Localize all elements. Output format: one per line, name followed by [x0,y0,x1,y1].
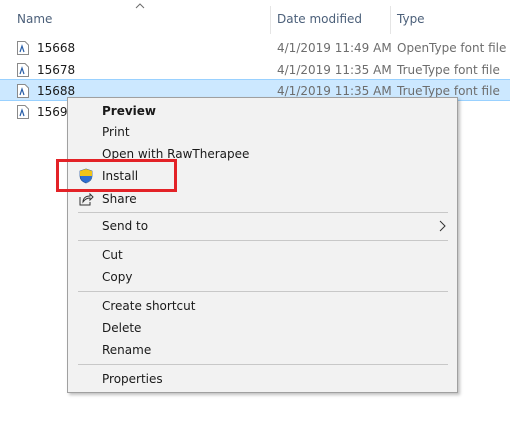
column-header: Name Date modified Type [0,0,510,36]
file-row[interactable]: 15668 4/1/2019 11:49 AM OpenType font fi… [0,37,510,59]
sort-up-icon[interactable] [135,2,145,10]
file-name: 15688 [37,84,76,98]
font-file-icon [17,63,29,77]
menu-item-copy[interactable]: Copy [68,266,457,288]
file-date: 4/1/2019 11:49 AM [277,41,392,55]
menu-item-rename[interactable]: Rename [68,339,457,361]
file-date: 4/1/2019 11:35 AM [277,84,392,98]
menu-item-label: Delete [102,321,142,335]
menu-item-label: Cut [102,248,123,262]
menu-item-cut[interactable]: Cut [68,244,457,266]
file-date: 4/1/2019 11:35 AM [277,63,392,77]
menu-item-properties[interactable]: Properties [68,368,457,390]
menu-item-label: Print [102,125,130,139]
menu-item-label: Copy [102,270,133,284]
column-type-header[interactable]: Type [397,12,425,26]
font-file-icon [17,41,29,55]
context-menu: Preview Print Open with RawTherapee Inst… [67,97,458,393]
column-name-header[interactable]: Name [17,12,52,26]
menu-item-label: Rename [102,343,152,357]
menu-item-label: Preview [102,104,157,118]
menu-item-label: Properties [102,372,163,386]
menu-item-send-to[interactable]: Send to [68,215,457,237]
menu-item-create-shortcut[interactable]: Create shortcut [68,295,457,317]
file-type: TrueType font file [397,63,500,77]
install-highlight-box [56,159,177,192]
menu-divider [78,240,448,241]
font-file-icon [17,105,29,119]
menu-item-label: Create shortcut [102,299,196,313]
file-name: 15678 [37,63,76,77]
column-divider[interactable] [270,6,271,34]
column-date-header[interactable]: Date modified [277,12,362,26]
file-type: OpenType font file [397,41,507,55]
file-name: 15668 [37,41,76,55]
file-type: TrueType font file [397,84,500,98]
menu-divider [78,364,448,365]
menu-item-preview[interactable]: Preview [68,100,457,122]
menu-item-label: Send to [102,219,149,233]
column-divider[interactable] [390,6,391,34]
chevron-right-icon [439,220,446,232]
menu-item-label: Share [102,192,137,206]
share-icon [79,192,94,206]
font-file-icon [17,84,29,98]
file-row[interactable]: 15678 4/1/2019 11:35 AM TrueType font fi… [0,59,510,81]
menu-item-delete[interactable]: Delete [68,317,457,339]
menu-divider [78,212,448,213]
menu-divider [78,291,448,292]
menu-item-print[interactable]: Print [68,121,457,143]
